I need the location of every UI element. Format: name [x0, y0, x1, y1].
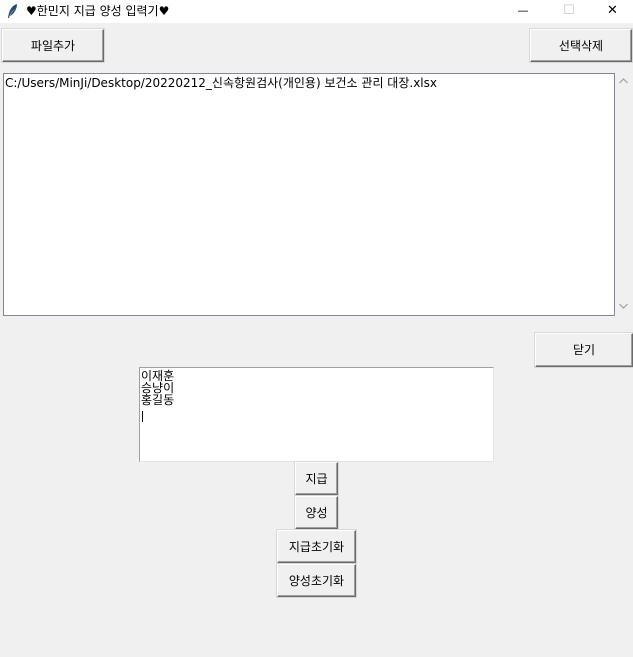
file-listbox[interactable]: C:/Users/MinJi/Desktop/20220212_신속항원검사(개…: [3, 73, 615, 316]
minimize-button[interactable]: —: [500, 0, 546, 23]
name-line: 홍길동: [141, 393, 175, 407]
positive-button[interactable]: 양성: [295, 496, 338, 529]
window-title: ♥한민지 지급 양성 입력기♥: [26, 4, 170, 18]
add-file-label: 파일추가: [30, 38, 76, 53]
scroll-up-icon[interactable]: [615, 74, 632, 91]
maximize-button[interactable]: ☐: [546, 0, 592, 23]
feather-icon: [6, 3, 20, 19]
names-textbox[interactable]: 이재훈 승냥이 홍길동: [139, 367, 494, 462]
positive-label: 양성: [305, 505, 328, 520]
reset-positive-label: 양성초기화: [288, 573, 345, 588]
vertical-scrollbar[interactable]: [615, 73, 632, 316]
pay-button[interactable]: 지급: [295, 462, 338, 495]
list-item[interactable]: C:/Users/MinJi/Desktop/20220212_신속항원검사(개…: [5, 76, 437, 90]
close-window-button[interactable]: ✕: [592, 0, 633, 23]
delete-selected-button[interactable]: 선택삭제: [530, 29, 632, 62]
close-button-label: 닫기: [572, 343, 596, 357]
delete-selected-label: 선택삭제: [558, 38, 604, 53]
reset-pay-button[interactable]: 지급초기화: [277, 530, 356, 563]
text-caret: [142, 411, 143, 422]
reset-pay-label: 지급초기화: [288, 539, 345, 554]
close-icon: ✕: [607, 3, 618, 18]
scroll-down-icon[interactable]: [615, 299, 632, 316]
reset-positive-button[interactable]: 양성초기화: [277, 564, 356, 597]
minimize-icon: —: [517, 4, 529, 17]
pay-label: 지급: [305, 471, 328, 486]
maximize-icon: ☐: [563, 3, 575, 18]
add-file-button[interactable]: 파일추가: [2, 29, 104, 62]
title-bar: ♥한민지 지급 양성 입력기♥ — ☐ ✕: [0, 0, 633, 23]
close-button[interactable]: 닫기: [535, 333, 633, 367]
